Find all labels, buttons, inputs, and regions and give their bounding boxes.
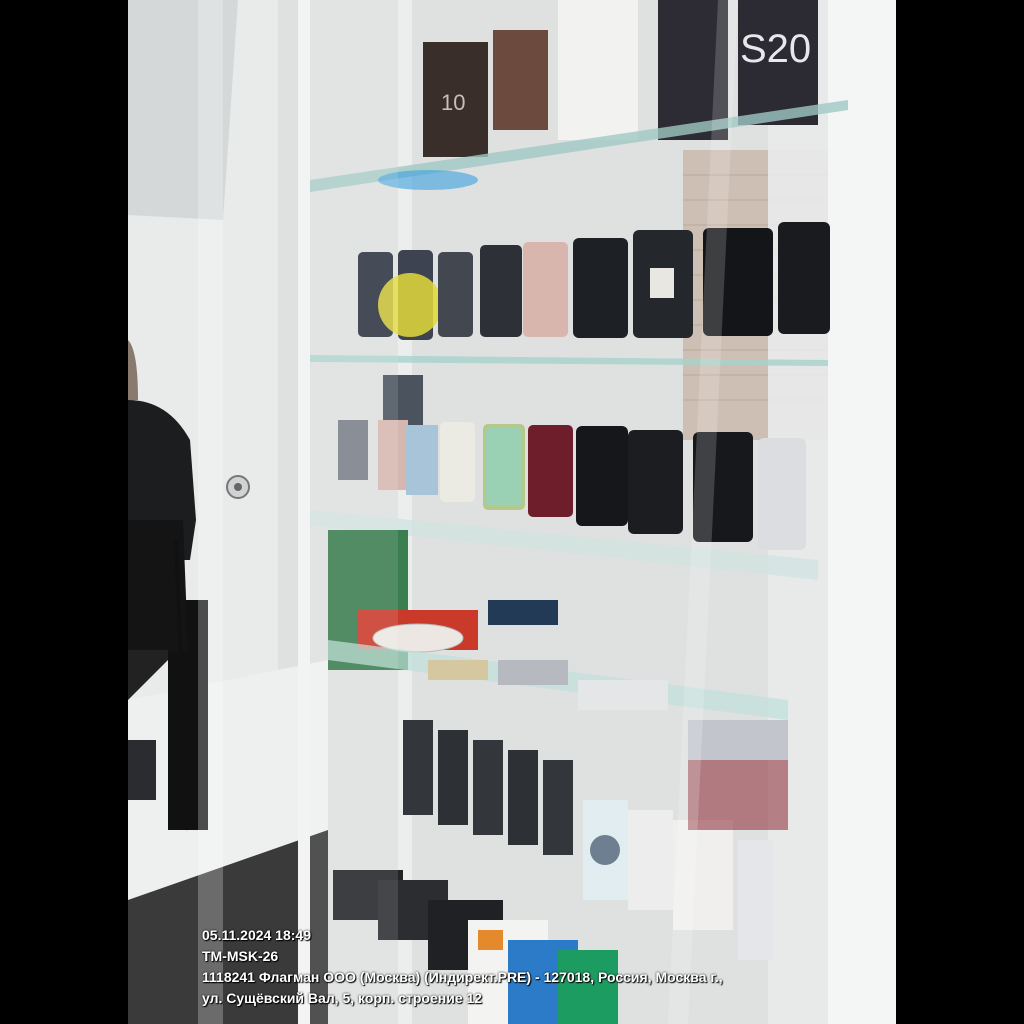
stamp-datetime: 05.11.2024 18:49 [202,927,311,943]
photo-timestamp-overlay: 05.11.2024 18:49 TM-MSK-26 1118241 Флагм… [202,925,723,1009]
stamp-address-line: ул. Сущёвский Вал, 5, корп. строение 12 [202,990,483,1006]
stamp-company-line: 1118241 Флагман ООО (Москва) (Индирект.P… [202,969,723,985]
svg-text:10: 10 [441,90,465,115]
svg-text:S20: S20 [740,27,811,71]
photo-display-cabinet: 10 S20 [128,0,896,1024]
stamp-store-code: TM-MSK-26 [202,948,279,964]
